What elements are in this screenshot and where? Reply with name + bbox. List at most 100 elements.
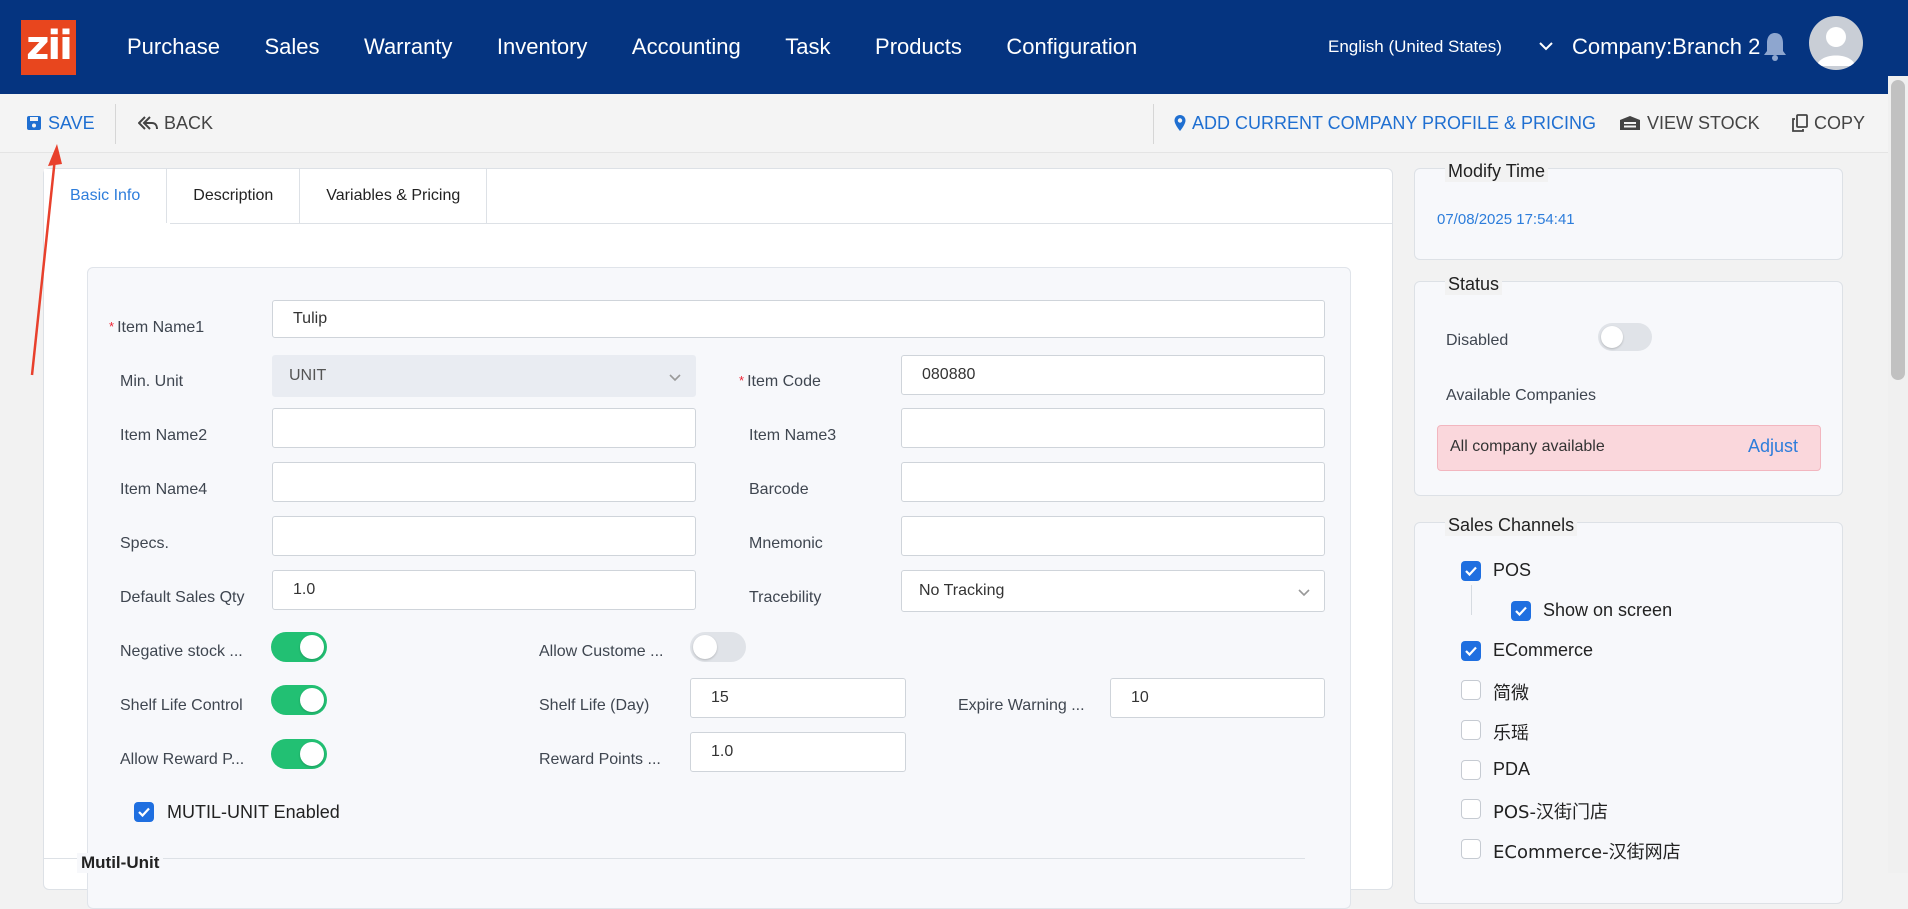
language-select[interactable]: English (United States): [1328, 37, 1502, 57]
mnemonic-label: Mnemonic: [749, 535, 823, 552]
modify-time-title: Modify Time: [1445, 161, 1549, 182]
item-name4-input[interactable]: [272, 462, 696, 502]
all-company-alert: All company available Adjust: [1437, 425, 1821, 471]
multi-unit-section: Mutil-Unit: [43, 853, 1305, 879]
min-unit-select: UNIT: [272, 355, 696, 397]
reward-points-input[interactable]: 1.0: [690, 732, 906, 772]
min-unit-label: Min. Unit: [120, 373, 184, 390]
status-panel: Status Disabled Available Companies All …: [1414, 274, 1843, 496]
channel-jianwei-checkbox[interactable]: [1461, 680, 1481, 700]
shelf-life-control-label: Shelf Life Control: [120, 697, 243, 714]
all-company-text: All company available: [1450, 438, 1605, 455]
scrollbar-thumb[interactable]: [1891, 80, 1905, 380]
channel-ecommerce-hanjie-checkbox[interactable]: [1461, 839, 1481, 859]
chevron-down-icon[interactable]: [1536, 36, 1556, 56]
specs-input[interactable]: [272, 516, 696, 556]
default-sales-qty-label: Default Sales Qty: [120, 589, 245, 606]
shelf-life-control-toggle[interactable]: [271, 685, 327, 715]
item-name1-input[interactable]: Tulip: [272, 300, 1325, 338]
toggle-knob: [300, 635, 324, 659]
user-avatar[interactable]: [1809, 16, 1863, 70]
check-icon: [1515, 606, 1527, 617]
disabled-toggle[interactable]: [1598, 323, 1652, 351]
toolbar-divider: [115, 104, 116, 144]
default-sales-qty-input[interactable]: 1.0: [272, 570, 696, 610]
toggle-knob: [693, 635, 717, 659]
channel-leyao-label: 乐瑶: [1493, 723, 1529, 744]
nav-purchase[interactable]: Purchase: [127, 34, 220, 60]
channel-pos-checkbox[interactable]: [1461, 561, 1481, 581]
item-name3-input[interactable]: [901, 408, 1325, 448]
tab-bar: Basic Info Description Variables & Prici…: [44, 169, 488, 223]
modify-time-panel: Modify Time 07/08/2025 17:54:41: [1414, 161, 1843, 260]
item-name2-input[interactable]: [272, 408, 696, 448]
channel-pda-checkbox[interactable]: [1461, 760, 1481, 780]
back-label: BACK: [164, 112, 214, 133]
barcode-input[interactable]: [901, 462, 1325, 502]
main-nav: Purchase Sales Warranty Inventory Accoun…: [127, 0, 1182, 94]
nav-task[interactable]: Task: [785, 34, 830, 60]
modify-time-value: 07/08/2025 17:54:41: [1437, 211, 1575, 228]
tree-line: [1471, 585, 1472, 615]
channel-ecommerce-checkbox[interactable]: [1461, 641, 1481, 661]
nav-accounting[interactable]: Accounting: [632, 34, 741, 60]
available-companies-label: Available Companies: [1446, 387, 1597, 404]
nav-products[interactable]: Products: [875, 34, 962, 60]
sales-channels-panel: Sales Channels POS Show on screen EComme…: [1414, 515, 1843, 904]
channel-ecommerce-hanjie-label: ECommerce-汉街网店: [1493, 842, 1681, 863]
bell-icon[interactable]: [1760, 30, 1790, 62]
reward-points-label: Reward Points ...: [539, 751, 661, 768]
back-button[interactable]: BACK: [138, 94, 213, 152]
toggle-knob: [1601, 326, 1623, 348]
multi-unit-checkbox[interactable]: [134, 802, 154, 822]
view-stock-label: VIEW STOCK: [1647, 112, 1760, 133]
view-stock-button[interactable]: VIEW STOCK: [1619, 94, 1760, 152]
item-name2-label: Item Name2: [120, 427, 208, 444]
add-company-profile-button[interactable]: ADD CURRENT COMPANY PROFILE & PRICING: [1174, 94, 1596, 152]
annotation-arrow-icon: [30, 144, 62, 376]
channel-ecommerce-label: ECommerce: [1493, 640, 1594, 660]
expire-warning-input[interactable]: 10: [1110, 678, 1325, 718]
disabled-label: Disabled: [1446, 332, 1509, 349]
item-code-input[interactable]: 080880: [901, 355, 1325, 395]
nav-warranty[interactable]: Warranty: [364, 34, 452, 60]
item-name1-label: * Item Name1: [109, 319, 205, 336]
channel-leyao-checkbox[interactable]: [1461, 720, 1481, 740]
toggle-knob: [300, 688, 324, 712]
top-navbar: zii Purchase Sales Warranty Inventory Ac…: [0, 0, 1908, 94]
channel-pos-hanjie-checkbox[interactable]: [1461, 799, 1481, 819]
copy-label: COPY: [1814, 112, 1866, 133]
allow-reward-toggle[interactable]: [271, 739, 327, 769]
tab-description[interactable]: Description: [167, 169, 301, 223]
mnemonic-input[interactable]: [901, 516, 1325, 556]
add-profile-label: ADD CURRENT COMPANY PROFILE & PRICING: [1192, 112, 1597, 133]
nav-sales[interactable]: Sales: [264, 34, 319, 60]
action-toolbar: SAVE BACK ADD CURRENT COMPANY PROFILE & …: [0, 94, 1888, 153]
check-icon: [138, 807, 150, 818]
min-unit-value: UNIT: [289, 367, 327, 384]
copy-button[interactable]: COPY: [1792, 94, 1865, 152]
zii-logo[interactable]: zii: [21, 20, 76, 75]
allow-customer-label: Allow Custome ...: [539, 643, 664, 660]
tracebility-select[interactable]: No Tracking: [901, 570, 1325, 612]
save-label: SAVE: [48, 112, 95, 133]
company-selector[interactable]: Company:Branch 2: [1572, 34, 1760, 60]
tab-variables-pricing[interactable]: Variables & Pricing: [300, 169, 488, 223]
copy-icon: [1792, 114, 1808, 132]
sales-channels-title: Sales Channels: [1445, 515, 1578, 536]
negative-stock-toggle[interactable]: [271, 632, 327, 662]
adjust-link[interactable]: Adjust: [1748, 436, 1798, 457]
nav-inventory[interactable]: Inventory: [497, 34, 588, 60]
shelf-life-day-label: Shelf Life (Day): [539, 697, 650, 714]
chevron-down-icon: [1298, 589, 1310, 597]
shelf-life-day-input[interactable]: 15: [690, 678, 906, 718]
channel-show-on-screen-checkbox[interactable]: [1511, 601, 1531, 621]
item-name3-label: Item Name3: [749, 427, 837, 444]
nav-configuration[interactable]: Configuration: [1006, 34, 1137, 60]
allow-customer-toggle[interactable]: [690, 632, 746, 662]
save-icon: [27, 116, 41, 130]
channel-show-on-screen-label: Show on screen: [1543, 600, 1673, 620]
toggle-knob: [300, 742, 324, 766]
item-name4-label: Item Name4: [120, 481, 208, 498]
channel-pda-label: PDA: [1493, 759, 1531, 779]
